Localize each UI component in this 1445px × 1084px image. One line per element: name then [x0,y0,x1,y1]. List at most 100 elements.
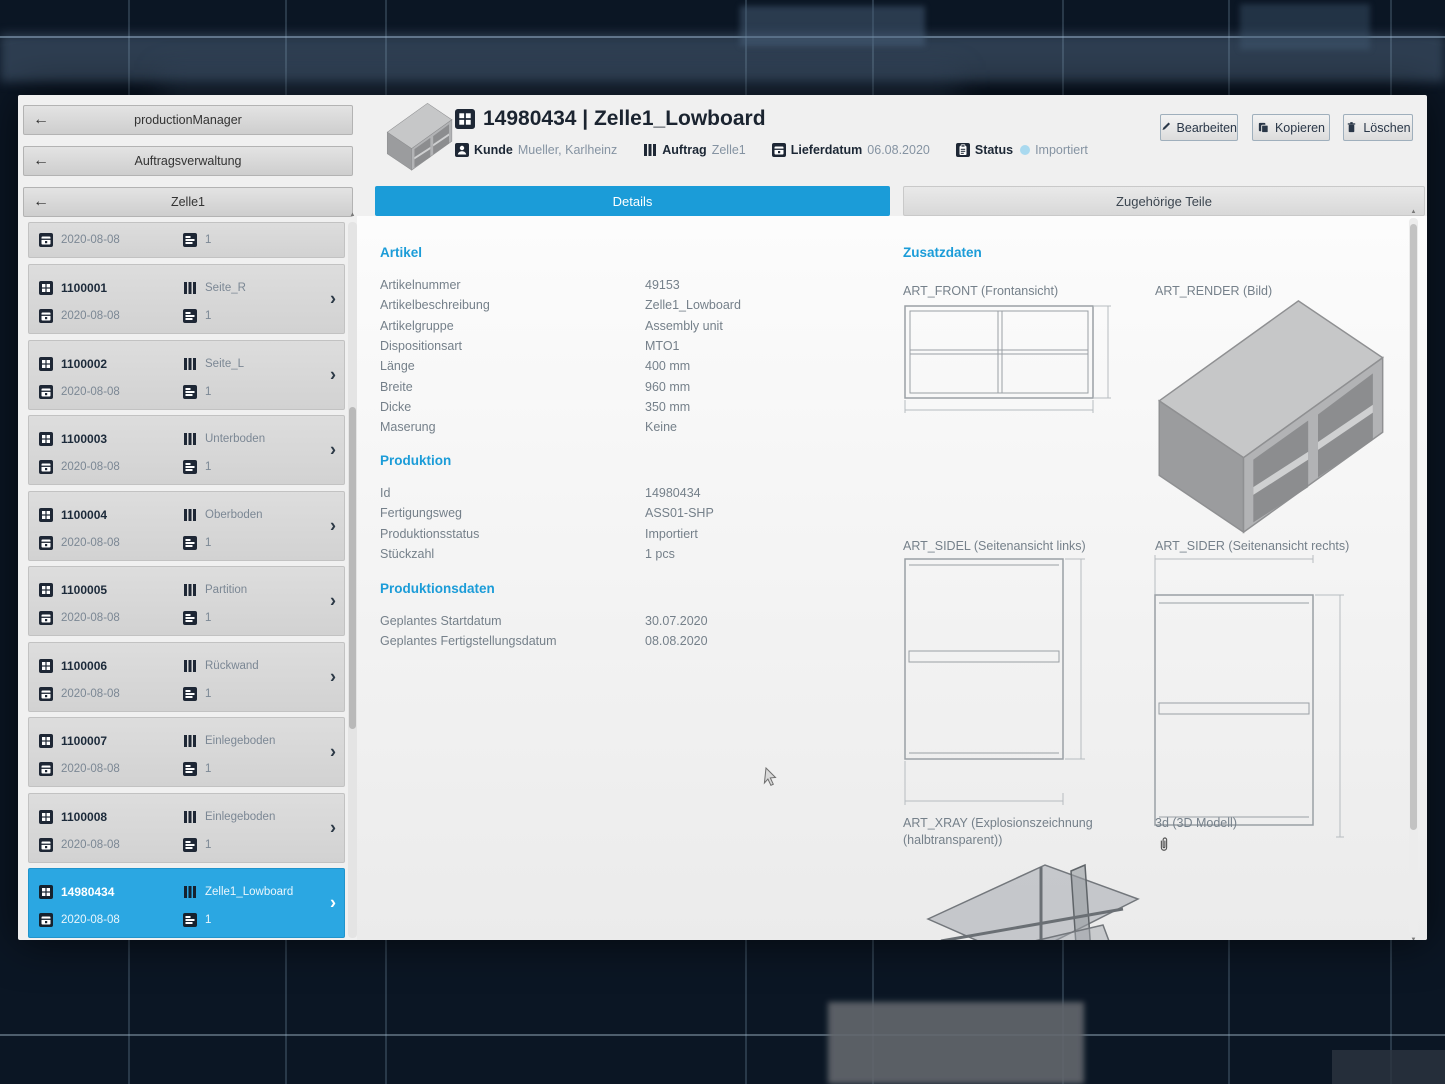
item-date: 2020-08-08 [61,763,183,775]
delete-button-label: Löschen [1363,121,1410,135]
meta-label: Lieferdatum [791,143,863,157]
calendar-icon [39,536,53,550]
item-id: 14980434 [61,885,183,899]
content-scrollbar-thumb[interactable] [1410,224,1417,830]
grid-icon [39,432,53,446]
art-sidel-drawing [903,555,1108,810]
nav-bar-zelle1[interactable]: ← Zelle1 [23,187,353,217]
list-item[interactable]: › 1100001 Seite_R 2020-08-08 1 [28,264,345,334]
art-sider-drawing [1150,555,1365,845]
columns-icon [183,810,197,824]
item-date: 2020-08-08 [61,688,183,700]
figure-label-3d-model: 3d (3D Modell) [1155,815,1237,832]
calendar-icon [39,460,53,474]
grid-icon [39,734,53,748]
edit-button[interactable]: Bearbeiten [1160,114,1238,141]
field-label: Id [380,486,645,500]
background-panel [1240,4,1370,50]
field-value: 14980434 [645,486,701,500]
chevron-right-icon[interactable]: › [330,591,336,612]
chevron-right-icon[interactable]: › [330,515,336,536]
list-item[interactable]: › 1100005 Partition 2020-08-08 1 [28,566,345,636]
meta-auftrag: Auftrag Zelle1 [643,143,746,157]
field-value: 30.07.2020 [645,614,708,628]
list-item[interactable]: › 1100006 Rückwand 2020-08-08 1 [28,642,345,712]
calendar-icon [39,385,53,399]
produktionsdaten-rows: Geplantes Startdatum30.07.2020 Geplantes… [380,611,708,652]
field-value: Assembly unit [645,319,723,333]
list-item[interactable]: › 1100004 Oberboden 2020-08-08 1 [28,491,345,561]
field-value: 400 mm [645,359,690,373]
calendar-icon [39,762,53,776]
field-value: Keine [645,420,677,434]
field-label: Fertigungsweg [380,506,645,520]
list-item[interactable]: › 1100007 Einlegeboden 2020-08-08 1 [28,717,345,787]
list-item[interactable]: › 1100002 Seite_L 2020-08-08 1 [28,340,345,410]
item-id: 1100007 [61,734,183,748]
attachment-paperclip-icon[interactable] [1157,835,1171,855]
field-value: 08.08.2020 [645,634,708,648]
item-date: 2020-08-08 [61,461,183,473]
field-label: Dispositionsart [380,339,645,353]
field-label: Artikelnummer [380,278,645,292]
scroll-down-icon[interactable]: ▼ [1411,937,1417,940]
item-count: 1 [205,612,336,624]
chevron-right-icon[interactable]: › [330,440,336,461]
copy-button-label: Kopieren [1275,121,1325,135]
grid-icon [39,508,53,522]
header-meta-row: Kunde Mueller, Karlheinz Auftrag Zelle1 … [455,143,1088,157]
field-label: Produktionsstatus [380,527,645,541]
item-count: 1 [205,763,336,775]
field-value: 49153 [645,278,680,292]
scroll-up-icon[interactable]: ▲ [350,212,356,218]
item-count: 1 [205,234,336,246]
columns-icon [183,885,197,899]
nav-bar-auftragsverwaltung[interactable]: ← Auftragsverwaltung [23,146,353,176]
trash-icon [1345,121,1358,134]
count-icon [183,233,197,247]
nav-bar-production-manager[interactable]: ← productionManager [23,105,353,135]
chevron-right-icon[interactable]: › [330,742,336,763]
item-name: Zelle1_Lowboard [205,886,336,898]
field-value: 350 mm [645,400,690,414]
meta-value: Mueller, Karlheinz [518,143,617,157]
background-band [0,34,1445,82]
tab-related-parts[interactable]: Zugehörige Teile [903,186,1425,216]
grid-icon [39,281,53,295]
item-date: 2020-08-08 [61,234,183,246]
produktion-rows: Id14980434 FertigungswegASS01-SHP Produk… [380,483,714,564]
item-count: 1 [205,914,336,926]
calendar-icon [39,309,53,323]
chevron-right-icon[interactable]: › [330,817,336,838]
count-icon [183,611,197,625]
copy-button[interactable]: Kopieren [1252,114,1330,141]
list-item-partial[interactable]: 2020-08-08 1 [28,222,345,258]
content-scrollbar[interactable]: ▲ ▼ [1409,218,1418,934]
sidebar-scrollbar-thumb[interactable] [349,407,356,729]
scroll-up-icon[interactable]: ▲ [1411,209,1417,215]
chevron-right-icon[interactable]: › [330,364,336,385]
field-label: Artikelbeschreibung [380,298,645,312]
item-id: 1100001 [61,281,183,295]
list-item-selected[interactable]: › 14980434 Zelle1_Lowboard 2020-08-08 1 [28,868,345,938]
background-line [0,36,1445,38]
grid-icon [39,583,53,597]
columns-icon [183,583,197,597]
field-label: Breite [380,380,645,394]
item-id: 1100004 [61,508,183,522]
sidebar-scrollbar[interactable]: ▲ ▼ [348,222,357,938]
nav-label: productionManager [24,113,352,127]
article-thumbnail-image [385,100,453,174]
chevron-right-icon[interactable]: › [330,289,336,310]
artikel-rows: Artikelnummer49153 ArtikelbeschreibungZe… [380,275,741,437]
delete-button[interactable]: Löschen [1343,114,1413,141]
chevron-right-icon[interactable]: › [330,893,336,914]
chevron-right-icon[interactable]: › [330,666,336,687]
tab-details[interactable]: Details [375,186,890,216]
list-item[interactable]: › 1100003 Unterboden 2020-08-08 1 [28,415,345,485]
list-item[interactable]: › 1100008 Einlegeboden 2020-08-08 1 [28,793,345,863]
figure-label-art-front: ART_FRONT (Frontansicht) [903,283,1058,300]
mouse-cursor [763,767,779,787]
item-date: 2020-08-08 [61,839,183,851]
person-icon [455,143,469,157]
